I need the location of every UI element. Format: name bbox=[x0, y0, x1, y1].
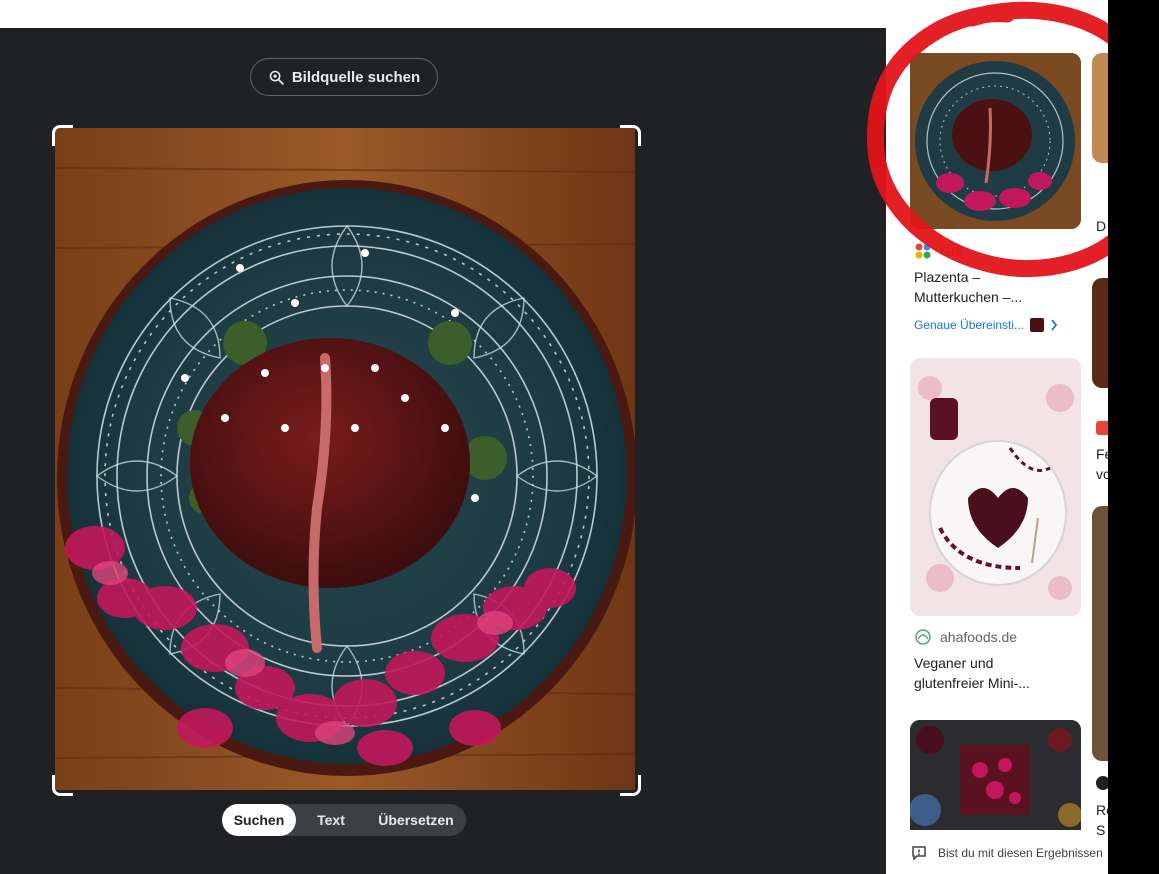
result-2-source[interactable]: ahafoods.de bbox=[914, 628, 1017, 646]
exact-match-link[interactable]: Genaue Übereinsti... bbox=[914, 318, 1058, 332]
result-5-title-line-1: Fe bbox=[1096, 446, 1108, 462]
feedback-prompt[interactable]: Bist du mit diesen Ergebnissen bbox=[910, 844, 1103, 862]
result-6-title-line-1: Re bbox=[1096, 802, 1108, 818]
crop-corner-bottom-left[interactable] bbox=[52, 775, 73, 796]
site-favicon-icon bbox=[915, 629, 931, 645]
feedback-icon bbox=[912, 846, 926, 861]
match-thumbnail bbox=[1030, 318, 1045, 332]
query-image[interactable] bbox=[55, 128, 635, 790]
tab-text[interactable]: Text bbox=[296, 804, 366, 836]
result-6-title-line-2: S bbox=[1096, 822, 1106, 838]
result-5-favicon-icon bbox=[1096, 421, 1108, 435]
tab-search[interactable]: Suchen bbox=[222, 804, 296, 836]
result-image-5[interactable] bbox=[1092, 278, 1108, 388]
result-1-title-line-2: Mutterkuchen –... bbox=[914, 289, 1023, 305]
feedback-label: Bist du mit diesen Ergebnissen bbox=[938, 846, 1103, 860]
result-2-source-name: ahafoods.de bbox=[940, 629, 1018, 645]
tab-translate[interactable]: Übersetzen bbox=[366, 804, 466, 836]
result-2-title-line-1: Veganer und bbox=[914, 655, 994, 671]
result-5-title[interactable]: Fe vc bbox=[1096, 444, 1108, 484]
find-image-source-button[interactable]: Bildquelle suchen bbox=[250, 58, 438, 96]
mode-selector: Suchen Text Übersetzen bbox=[222, 804, 466, 836]
result-image-3-picture bbox=[910, 720, 1081, 830]
exact-match-label: Genaue Übereinsti... bbox=[914, 318, 1025, 332]
query-image-picture bbox=[55, 128, 635, 790]
find-image-source-label: Bildquelle suchen bbox=[291, 68, 421, 86]
crop-corner-top-right[interactable] bbox=[620, 125, 641, 146]
result-5-title-line-2: vc bbox=[1096, 466, 1108, 482]
result-image-2[interactable] bbox=[910, 358, 1081, 616]
crop-corner-top-left[interactable] bbox=[52, 125, 73, 146]
screen-edge bbox=[1108, 0, 1159, 874]
result-image-2-picture bbox=[910, 358, 1081, 616]
result-2-title[interactable]: Veganer und glutenfreier Mini-... bbox=[914, 653, 1074, 693]
result-6-favicon-icon bbox=[1096, 776, 1108, 790]
result-6-title[interactable]: Re S bbox=[1096, 800, 1108, 840]
lens-search-icon bbox=[269, 70, 284, 85]
result-image-3[interactable] bbox=[910, 720, 1081, 830]
result-2-title-line-2: glutenfreier Mini-... bbox=[914, 675, 1030, 691]
crop-corner-bottom-right[interactable] bbox=[620, 775, 641, 796]
result-image-6[interactable] bbox=[1092, 506, 1108, 761]
chevron-right-icon bbox=[1051, 319, 1058, 331]
